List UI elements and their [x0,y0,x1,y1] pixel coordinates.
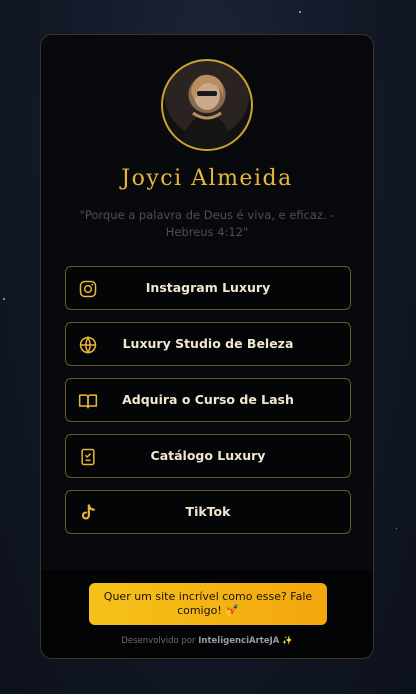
link-instagram-luxury[interactable]: Instagram Luxury [65,266,351,310]
developer-credit: Desenvolvido por InteligenciArteJA ✨ [41,636,373,646]
contact-cta-button[interactable]: Quer um site incrível como esse? Fale co… [89,583,327,625]
sparkle-icon: ✨ [279,636,293,646]
credit-prefix: Desenvolvido por [121,636,199,646]
background-star [299,11,301,13]
avatar [161,59,253,151]
link-label: Catálogo Luxury [150,448,266,463]
profile-quote: "Porque a palavra de Deus é viva, e efic… [79,208,335,239]
credit-brand-link[interactable]: InteligenciArteJA [198,636,279,646]
link-catalogo-luxury[interactable]: Catálogo Luxury [65,434,351,478]
link-luxury-studio[interactable]: Luxury Studio de Beleza [65,322,351,366]
link-label: Adquira o Curso de Lash [122,392,294,407]
background-star [3,298,5,300]
link-curso-lash[interactable]: Adquira o Curso de Lash [65,378,351,422]
profile-name: Joyci Almeida [121,166,293,191]
cta-line-1: Quer um site incrível como esse? Fale [103,590,313,603]
profile-card: Joyci Almeida "Porque a palavra de Deus … [40,34,374,659]
link-tiktok[interactable]: TikTok [65,490,351,534]
footer: Quer um site incrível como esse? Fale co… [41,570,373,658]
link-label: Luxury Studio de Beleza [122,336,294,351]
link-label: TikTok [185,504,231,519]
avatar-photo [181,74,233,149]
link-label: Instagram Luxury [145,280,271,295]
cta-line-2: comigo! 💅 [177,604,239,617]
background-star [396,528,397,529]
